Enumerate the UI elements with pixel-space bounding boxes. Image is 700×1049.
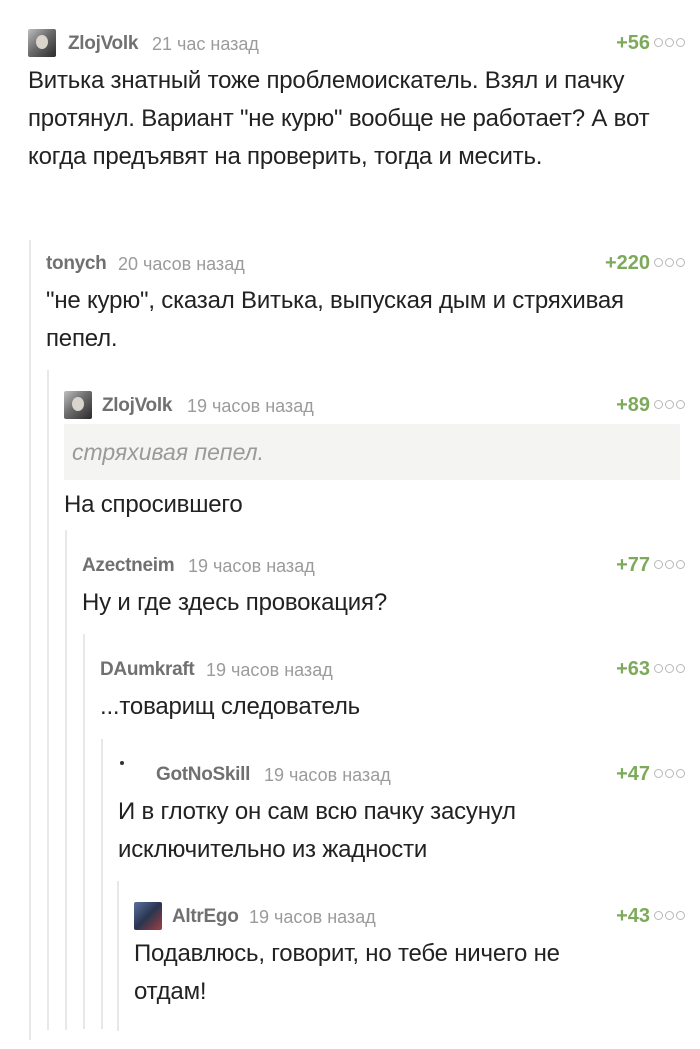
more-options-icon[interactable] xyxy=(654,907,688,923)
comment-text: Витька знатный тоже проблемоискатель. Вз… xyxy=(28,67,650,170)
more-options-icon[interactable] xyxy=(654,556,688,572)
more-options-icon[interactable] xyxy=(654,765,688,781)
comment-text: Подавлюсь, говорит, но тебе ничего не от… xyxy=(134,940,560,1005)
comment-rating: +89 xyxy=(616,394,650,416)
thread-line[interactable] xyxy=(101,739,103,1029)
comment-author[interactable]: Azectneim xyxy=(82,555,175,577)
more-options-icon[interactable] xyxy=(654,396,688,412)
comment-rating: +220 xyxy=(604,252,650,274)
comment-header: GotNoSkill 19 часов назад +47 xyxy=(118,759,700,789)
comment: tonych 20 часов назад +220 "не курю", ск… xyxy=(29,240,700,1040)
comment-author[interactable]: AltrEgo xyxy=(172,906,239,928)
thread-line[interactable] xyxy=(117,881,119,1031)
comment: Azectneim 19 часов назад +77 Ну и где зд… xyxy=(65,530,700,1030)
more-options-icon[interactable] xyxy=(654,254,688,270)
user-avatar-icon[interactable] xyxy=(120,761,124,765)
comment-header: ZlojVolk 19 часов назад +89 xyxy=(64,390,700,420)
comment-rating: +47 xyxy=(616,763,650,785)
user-avatar-icon[interactable] xyxy=(64,391,92,419)
thread-line[interactable] xyxy=(83,634,85,1029)
comment: GotNoSkill 19 часов назад +47 И в глотку… xyxy=(101,739,700,1029)
comment-text: На спросившего xyxy=(64,491,243,518)
comment-text: "не курю", сказал Витька, выпуская дым и… xyxy=(46,287,624,352)
comment-author[interactable]: GotNoSkill xyxy=(156,764,250,786)
comment-rating: +63 xyxy=(616,658,650,680)
thread-line[interactable] xyxy=(65,530,67,1030)
comment-time[interactable]: 19 часов назад xyxy=(206,660,333,681)
comment-header: ZlojVolk 21 час назад +56 xyxy=(28,28,700,58)
comment-rating: +56 xyxy=(616,32,650,54)
comment-text: ...товарищ следователь xyxy=(100,693,360,720)
comment-time[interactable]: 21 час назад xyxy=(152,34,259,55)
comment-header: AltrEgo 19 часов назад +43 xyxy=(134,901,700,931)
comment-author[interactable]: ZlojVolk xyxy=(102,395,172,417)
quoted-text: стряхивая пепел. xyxy=(64,424,680,480)
user-avatar-icon[interactable] xyxy=(134,902,162,930)
thread-line[interactable] xyxy=(29,240,31,1040)
comment: AltrEgo 19 часов назад +43 Подавлюсь, го… xyxy=(117,881,700,1031)
comment-author[interactable]: ZlojVolk xyxy=(68,33,138,55)
more-options-icon[interactable] xyxy=(654,34,688,50)
comment-header: tonych 20 часов назад +220 xyxy=(46,248,700,278)
user-avatar-icon[interactable] xyxy=(28,29,56,57)
thread-line[interactable] xyxy=(47,370,49,1030)
more-options-icon[interactable] xyxy=(654,660,688,676)
comment-time[interactable]: 19 часов назад xyxy=(187,396,314,417)
comment-rating: +43 xyxy=(616,905,650,927)
comment-time[interactable]: 19 часов назад xyxy=(264,765,391,786)
comment-author[interactable]: tonych xyxy=(46,253,107,275)
comment-header: Azectneim 19 часов назад +77 xyxy=(82,550,700,580)
comment-time[interactable]: 20 часов назад xyxy=(118,254,245,275)
comment-time[interactable]: 19 часов назад xyxy=(188,556,315,577)
comment-header: DAumkraft 19 часов назад +63 xyxy=(100,654,700,684)
comment-text: И в глотку он сам всю пачку засунул искл… xyxy=(118,798,516,863)
comment: DAumkraft 19 часов назад +63 ...товарищ … xyxy=(83,634,700,1029)
comment-time[interactable]: 19 часов назад xyxy=(249,907,376,928)
comment: ZlojVolk 21 час назад +56 Витька знатный… xyxy=(28,28,700,176)
comment-author[interactable]: DAumkraft xyxy=(100,659,195,681)
comment-rating: +77 xyxy=(616,554,650,576)
comment-text: Ну и где здесь провокация? xyxy=(82,589,387,616)
comment: ZlojVolk 19 часов назад +89 стряхивая пе… xyxy=(47,370,700,1030)
